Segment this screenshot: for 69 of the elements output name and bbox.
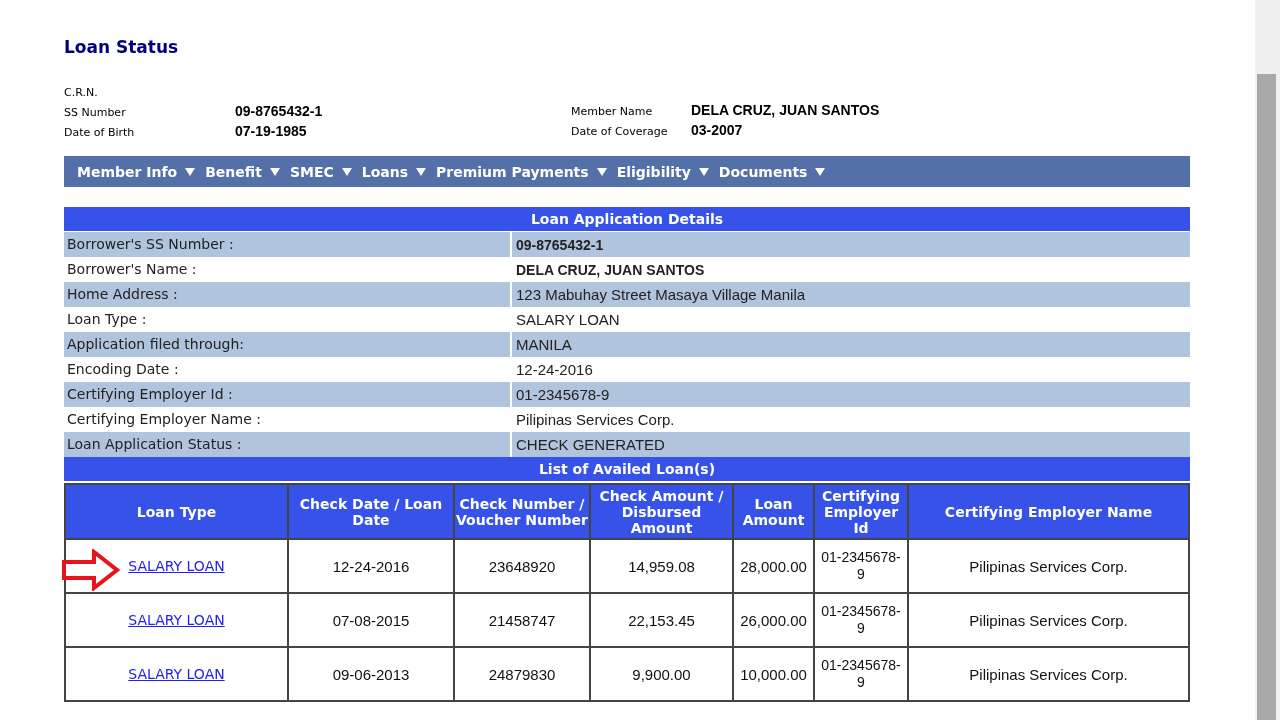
caret-icon[interactable] [185,167,196,176]
caret-icon[interactable] [416,167,427,176]
field-value: DELA CRUZ, JUAN SANTOS [691,102,880,118]
field-value: 07-19-1985 [235,123,307,139]
table-cell-text: SALARY LOAN [515,311,620,328]
table-cell: Pilipinas Services Corp. [908,539,1189,593]
table-cell: 26,000.00 [733,593,814,647]
field-label: C.R.N. [64,86,99,99]
menu-item[interactable]: Loans [361,163,417,180]
table-cell-text: 12-24-2016 [515,361,593,378]
field-label: Date of Birth [64,126,136,139]
table-cell-text: DELA CRUZ, JUAN SANTOS [515,261,705,278]
menu-item[interactable]: Member Info [77,163,186,180]
column-header: Check Amount / Disbursed Amount [590,484,733,539]
table-cell-text: MANILA [515,336,572,353]
table-cell: Pilipinas Services Corp. [908,593,1189,647]
column-header: Check Number / Voucher Number [454,484,590,539]
table-cell: 21458747 [454,593,590,647]
loan-type-link[interactable]: SALARY LOAN [128,612,225,628]
table-cell-text: 09-8765432-1 [515,236,604,253]
table-cell: 14,959.08 [590,539,733,593]
table-cell: 9,900.00 [590,647,733,701]
field-value: 03-2007 [691,122,743,138]
loan-type-link[interactable]: SALARY LOAN [128,558,225,574]
caret-icon[interactable] [341,167,352,176]
table-cell: 22,153.45 [590,593,733,647]
table-cell: 24879830 [454,647,590,701]
column-header: Loan Amount [733,484,814,539]
menu-item[interactable]: Documents [718,163,816,180]
column-header: Certifying Employer Name [908,484,1189,539]
menu-item[interactable]: Benefit [205,163,270,180]
table-cell: 10,000.00 [733,647,814,701]
column-header: Loan Type [65,484,288,539]
field-label: Member Name [571,105,654,118]
table-cell: 09-06-2013 [288,647,454,701]
table-cell: Borrower's SS Number : [64,232,512,257]
menu-item[interactable]: Eligibility [616,163,699,180]
table-cell: Pilipinas Services Corp. [908,647,1189,701]
table-cell: Home Address : [64,282,512,307]
caret-icon[interactable] [269,167,280,176]
caret-icon[interactable] [815,167,826,176]
caret-icon[interactable] [596,167,607,176]
table-cell: 01-2345678-9 [814,539,908,593]
field-label: Date of Coverage [571,125,669,138]
field-label: SS Number [64,106,127,119]
table-cell: Application filed through: [64,332,512,357]
field-value: 09-8765432-1 [235,103,323,119]
table-cell: 12-24-2016 [288,539,454,593]
scrollbar-thumb[interactable] [1257,74,1276,720]
loan-type-link[interactable]: SALARY LOAN [128,666,225,682]
scrollbar[interactable] [1255,0,1280,720]
page-title: Loan Status [64,37,180,57]
table-cell: 01-2345678-9 [814,593,908,647]
table-cell: 28,000.00 [733,539,814,593]
table-cell-text: Pilipinas Services Corp. [515,411,675,428]
column-header: Certifying Employer Id [814,484,908,539]
menu-item[interactable]: Premium Payments [436,163,597,180]
menu-item[interactable]: SMEC [289,163,342,180]
table-cell: 01-2345678-9 [814,647,908,701]
table-cell: 07-08-2015 [288,593,454,647]
section-header: List of Availed Loan(s) [64,457,1190,482]
table-cell: Certifying Employer Id : [64,382,512,407]
column-header: Check Date / Loan Date [288,484,454,539]
table-cell: 23648920 [454,539,590,593]
table-cell-text: 123 Mabuhay Street Masaya Village Manila [515,286,806,303]
caret-icon[interactable] [698,167,709,176]
table-cell-text: 01-2345678-9 [515,386,610,403]
table-cell-text: CHECK GENERATED [515,436,665,453]
section-header: Loan Application Details [64,207,1190,232]
